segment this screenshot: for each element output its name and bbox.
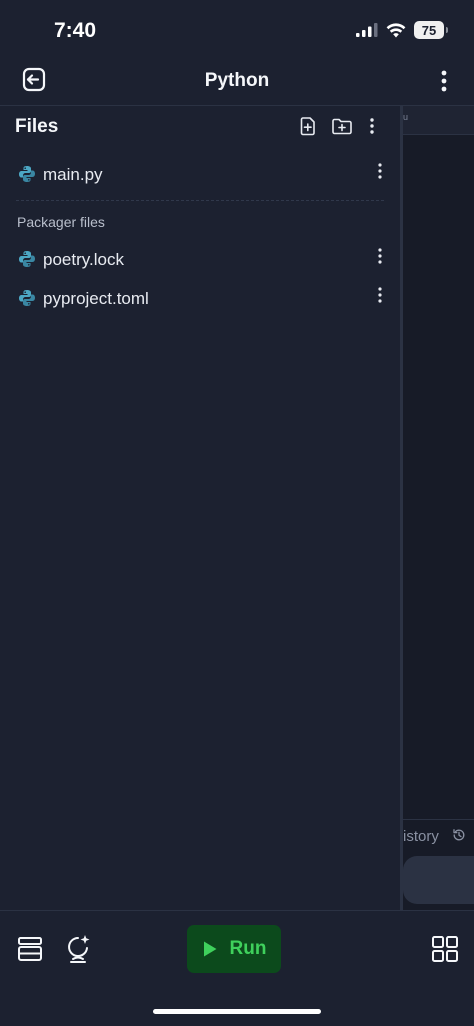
section-divider [16,200,384,201]
console-tab-strip[interactable]: u [403,106,474,135]
run-button[interactable]: Run [187,925,281,973]
files-panel: Files main.py Packager files poetry.lock… [0,106,400,910]
status-time: 7:40 [54,19,97,42]
more-vertical-icon[interactable] [374,246,386,268]
history-label: istory [403,828,439,845]
status-icons: 75 [356,21,448,39]
files-panel-header: Files [0,106,400,146]
file-name: main.py [43,165,103,184]
status-bar: 7:40 75 [0,0,474,60]
more-vertical-icon[interactable] [374,161,386,183]
files-panel-title: Files [15,116,59,137]
page-title: Python [204,70,270,91]
more-vertical-icon[interactable] [436,68,452,96]
top-bar: Python [0,60,474,106]
python-icon [19,290,35,306]
python-icon [19,166,35,182]
battery-icon: 75 [414,21,448,39]
file-row-main-py[interactable]: main.py [0,157,400,191]
console-pane: u istory [403,106,474,910]
file-name: pyproject.toml [43,289,149,308]
file-row-pyproject-toml[interactable]: pyproject.toml [0,281,400,315]
new-folder-icon[interactable] [331,116,353,136]
battery-level: 75 [421,22,437,38]
more-vertical-icon[interactable] [374,285,386,307]
ai-assistant-icon[interactable] [64,933,94,965]
play-icon [203,941,217,957]
signal-icon [356,23,378,37]
home-indicator[interactable] [153,1009,321,1014]
layers-icon[interactable] [16,935,44,963]
history-icon[interactable] [452,828,466,842]
python-icon [19,251,35,267]
grid-icon[interactable] [431,935,459,963]
new-file-icon[interactable] [298,116,318,136]
console-input[interactable] [403,856,474,904]
file-name: poetry.lock [43,250,124,269]
file-row-poetry-lock[interactable]: poetry.lock [0,242,400,276]
history-row[interactable]: istory [403,819,474,850]
packager-files-label: Packager files [17,214,105,230]
tab-hint: u [403,112,409,122]
more-vertical-icon[interactable] [366,116,378,136]
run-label: Run [229,938,267,959]
wifi-icon [386,22,406,37]
